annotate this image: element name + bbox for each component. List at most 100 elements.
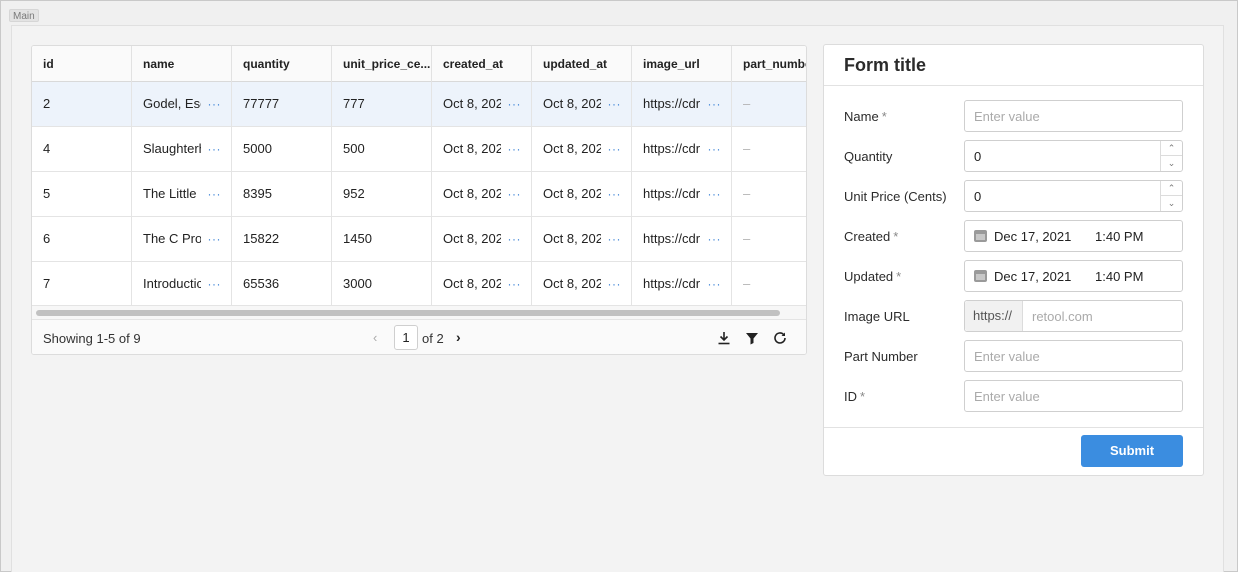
cell-text: 4 (43, 141, 51, 156)
more-options-icon[interactable]: ··· (708, 172, 722, 216)
scrollbar-thumb[interactable] (36, 310, 780, 316)
unit-price-input[interactable]: 0 ⌃ ⌄ (964, 180, 1183, 212)
table-row[interactable]: 7 Introductic ··· 65536 3000 Oct 8, 202 ··· Oct… (32, 262, 806, 305)
more-options-icon[interactable]: ··· (208, 82, 222, 126)
cell-text: Oct 8, 202 (443, 231, 501, 246)
table-cell-created-at: Oct 8, 202 ··· (432, 262, 532, 305)
more-options-icon[interactable]: ··· (708, 82, 722, 126)
table-cell-unit-price: 777 (332, 82, 432, 126)
filter-icon[interactable] (744, 330, 760, 346)
more-options-icon[interactable]: ··· (708, 217, 722, 261)
table-cell-created-at: Oct 8, 202 ··· (432, 127, 532, 171)
calendar-icon (974, 230, 987, 242)
table-cell-part-number: – (732, 127, 806, 171)
cell-text: Oct 8, 202 (443, 276, 501, 291)
updated-datetime-input[interactable]: Dec 17, 2021 1:40 PM (964, 260, 1183, 292)
more-options-icon[interactable]: ··· (608, 82, 622, 126)
cell-text: 2 (43, 96, 51, 111)
cell-text: – (743, 186, 751, 201)
more-options-icon[interactable]: ··· (208, 172, 222, 216)
more-options-icon[interactable]: ··· (608, 262, 622, 305)
more-options-icon[interactable]: ··· (608, 217, 622, 261)
form-footer-divider (824, 427, 1203, 428)
updated-label: Updated * (844, 269, 902, 284)
name-input[interactable]: Enter value (964, 100, 1183, 132)
table-scroll-area[interactable]: id name quantity unit_price_ce... created_at… (32, 46, 806, 305)
table-row[interactable]: 2 Godel, Esc ··· 77777 777 Oct 8, 202 ··· Oct 8… (32, 82, 806, 127)
more-options-icon[interactable]: ··· (208, 217, 222, 261)
cell-text: 500 (343, 141, 365, 156)
column-header[interactable]: name (132, 46, 232, 82)
cell-text: The Little (143, 186, 197, 201)
table-cell-created-at: Oct 8, 202 ··· (432, 217, 532, 261)
column-header[interactable]: quantity (232, 46, 332, 82)
quantity-decrement-button[interactable]: ⌄ (1161, 156, 1182, 171)
download-icon[interactable] (716, 330, 732, 346)
refresh-icon[interactable] (772, 330, 788, 346)
quantity-increment-button[interactable]: ⌃ (1161, 141, 1182, 156)
more-options-icon[interactable]: ··· (508, 127, 522, 171)
more-options-icon[interactable]: ··· (208, 127, 222, 171)
more-options-icon[interactable]: ··· (508, 217, 522, 261)
cell-text: Oct 8, 202 (543, 96, 601, 111)
created-datetime-input[interactable]: Dec 17, 2021 1:40 PM (964, 220, 1183, 252)
cell-text: https://cdr (643, 231, 701, 246)
column-header[interactable]: created_at (432, 46, 532, 82)
more-options-icon[interactable]: ··· (708, 127, 722, 171)
part-number-input[interactable]: Enter value (964, 340, 1183, 372)
table-cell-id: 7 (32, 262, 132, 305)
more-options-icon[interactable]: ··· (508, 262, 522, 305)
quantity-input[interactable]: 0 ⌃ ⌄ (964, 140, 1183, 172)
previous-page-button[interactable]: ‹ (373, 330, 377, 345)
table-cell-updated-at: Oct 8, 202 ··· (532, 82, 632, 126)
table-row[interactable]: 6The C Prog···158221450Oct 8, 202···Oct … (32, 217, 806, 262)
more-options-icon[interactable]: ··· (608, 172, 622, 216)
quantity-label: Quantity (844, 149, 893, 164)
table-cell-unit-price: 1450 (332, 217, 432, 261)
cell-text: 5 (43, 186, 51, 201)
column-header[interactable]: image_url (632, 46, 732, 82)
cell-text: Oct 8, 202 (443, 186, 501, 201)
submit-button[interactable]: Submit (1081, 435, 1183, 467)
cell-text: Oct 8, 202 (443, 96, 501, 111)
cell-text: https://cdr (643, 96, 701, 111)
table-cell-image-url: https://cdr ··· (632, 217, 732, 261)
cell-text: The C Prog (143, 231, 201, 246)
cell-text: 8395 (243, 186, 272, 201)
column-header[interactable]: updated_at (532, 46, 632, 82)
image-url-input[interactable]: https:// retool.com (964, 300, 1183, 332)
form-header-divider (824, 85, 1203, 86)
horizontal-scrollbar[interactable] (32, 305, 806, 319)
next-page-button[interactable]: › (456, 329, 461, 345)
unit-price-decrement-button[interactable]: ⌄ (1161, 196, 1182, 211)
more-options-icon[interactable]: ··· (508, 82, 522, 126)
table-cell-part-number: – (732, 82, 806, 126)
cell-text: Oct 8, 202 (543, 231, 601, 246)
table-row[interactable]: 5 The Little ··· 8395 952 Oct 8, 202 ··· Oct 8… (32, 172, 806, 217)
more-options-icon[interactable]: ··· (508, 172, 522, 216)
table-cell-image-url: https://cdr ··· (632, 262, 732, 305)
id-input[interactable]: Enter value (964, 380, 1183, 412)
more-options-icon[interactable]: ··· (708, 262, 722, 305)
cell-text: 1450 (343, 231, 372, 246)
row-count-label: Showing 1-5 of 9 (43, 331, 141, 346)
more-options-icon[interactable]: ··· (608, 127, 622, 171)
table-cell-updated-at: Oct 8, 202 ··· (532, 127, 632, 171)
column-header[interactable]: id (32, 46, 132, 82)
cell-text: Oct 8, 202 (543, 141, 601, 156)
table-footer: Showing 1-5 of 9 ‹ 1 of 2 › (32, 319, 806, 354)
url-prefix-addon: https:// (965, 301, 1023, 331)
column-header[interactable]: unit_price_ce... (332, 46, 432, 82)
table-header: id name quantity unit_price_ce... created_at… (32, 46, 806, 82)
table-cell-unit-price: 500 (332, 127, 432, 171)
unit-price-increment-button[interactable]: ⌃ (1161, 181, 1182, 196)
page-number-input[interactable]: 1 (394, 325, 418, 350)
page-total-label: of 2 (422, 331, 444, 346)
table-cell-image-url: https://cdr ··· (632, 172, 732, 216)
cell-text: Godel, Esc (143, 96, 201, 111)
column-header[interactable]: part_numbe (732, 46, 806, 82)
table-row[interactable]: 4 Slaughterh ··· 5000 500 Oct 8, 202 ··· Oct 8,… (32, 127, 806, 172)
part-number-placeholder: Enter value (974, 349, 1040, 364)
unit-price-label: Unit Price (Cents) (844, 189, 947, 204)
more-options-icon[interactable]: ··· (208, 262, 222, 305)
